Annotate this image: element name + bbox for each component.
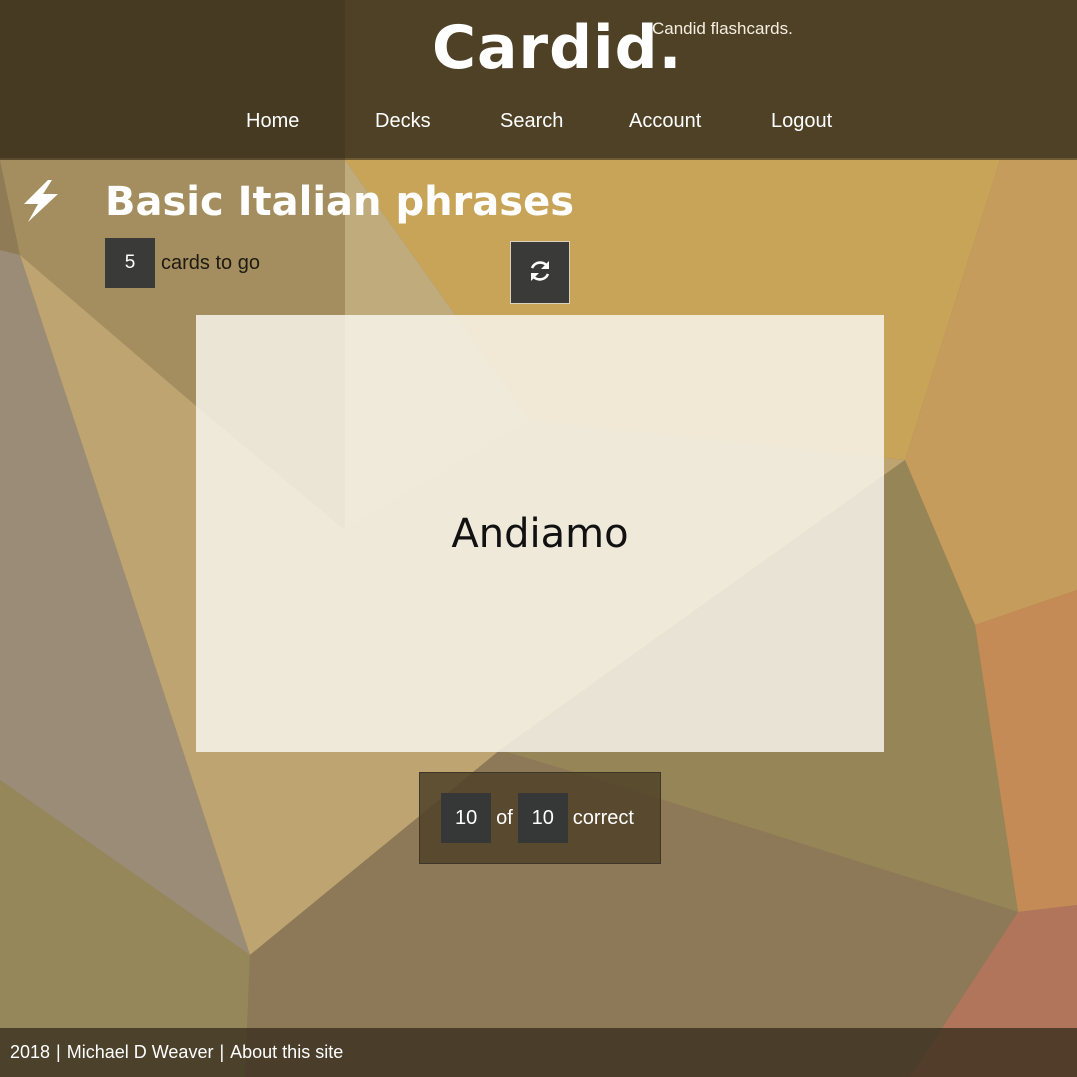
nav-home[interactable]: Home <box>246 110 299 133</box>
footer-about-link[interactable]: About this site <box>230 1042 343 1063</box>
refresh-icon <box>527 258 553 288</box>
score-correct-label: correct <box>572 806 634 829</box>
score-panel: 10 of 10 correct <box>419 772 661 864</box>
deck-title: Basic Italian phrases <box>105 179 575 225</box>
site-header: Cardid. Candid flashcards. Home Decks Se… <box>0 0 1077 158</box>
score-correct-count: 10 <box>441 793 492 843</box>
cards-remaining: 5 cards to go <box>105 238 260 288</box>
footer-separator: | <box>56 1042 61 1062</box>
main-nav: Home Decks Search Account Logout <box>0 110 1077 140</box>
footer-separator: | <box>219 1042 225 1062</box>
footer-author-link[interactable]: Michael D Weaver <box>67 1042 214 1063</box>
flashcard-text: Andiamo <box>451 510 629 557</box>
nav-logout[interactable]: Logout <box>771 110 832 133</box>
score-of-label: of <box>496 806 513 829</box>
cards-remaining-label: cards to go <box>161 251 260 274</box>
site-footer: 2018 | Michael D Weaver | About this sit… <box>0 1028 1077 1077</box>
nav-search[interactable]: Search <box>500 110 563 133</box>
nav-account[interactable]: Account <box>629 110 701 133</box>
flashcard[interactable]: Andiamo <box>196 315 884 752</box>
refresh-button[interactable] <box>510 241 570 304</box>
cards-remaining-count: 5 <box>105 238 155 288</box>
footer-year: 2018 <box>10 1042 51 1062</box>
lightning-bolt-icon <box>18 178 64 224</box>
site-tagline: Candid flashcards. <box>652 19 793 38</box>
site-logo[interactable]: Cardid. <box>432 8 682 88</box>
nav-decks[interactable]: Decks <box>375 110 431 133</box>
score-total-count: 10 <box>517 793 568 843</box>
